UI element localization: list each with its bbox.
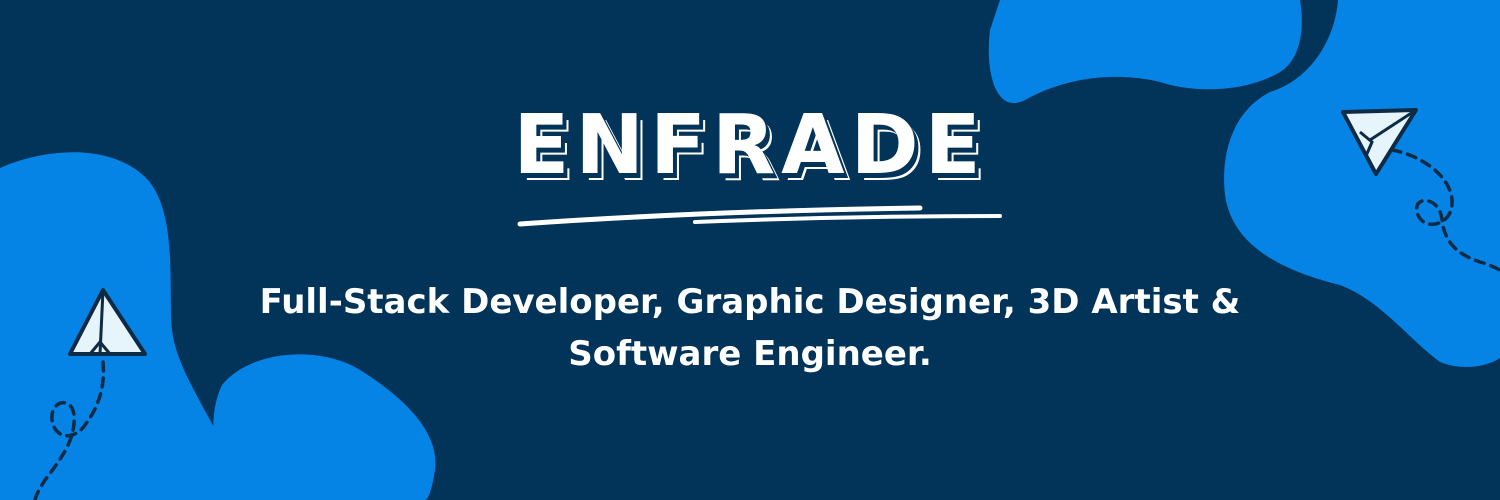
brand-title: ENFRADE <box>513 98 987 193</box>
decorative-background <box>0 0 1500 500</box>
tagline: Full-Stack Developer, Graphic Designer, … <box>259 282 1241 374</box>
profile-banner: ENFRADE Full-Stack Developer, Graphic De… <box>0 0 1500 500</box>
top-right-blob <box>988 0 1302 103</box>
title-underline <box>517 205 1002 227</box>
